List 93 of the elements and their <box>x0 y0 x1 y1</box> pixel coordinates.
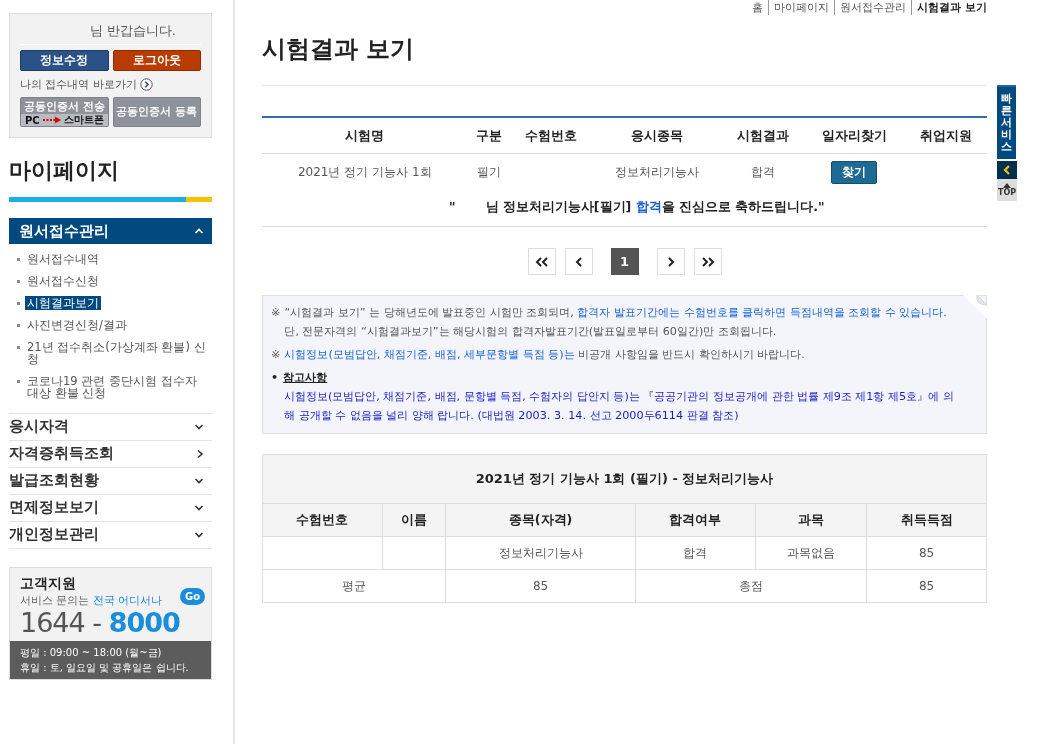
page-title: 시험결과 보기 <box>262 34 416 65</box>
notice-text: 시험정보(모범답안, 채점기준, 배점, 문항별 득점, 수험자의 답안지 등)는 『공공기관의 정보공개에 관한 법률 제9조 제1항 제5호』에 의해 공개할 수 없음을 널리 양해 랍니다. (대법원 2003. 3. 14. 선고 2000두6114 판결 참조) <box>283 389 955 425</box>
collapse-button[interactable] <box>997 161 1017 180</box>
bullet-icon <box>17 302 20 306</box>
submenu-item[interactable]: 코로나19 관련 중단시험 접수자 대상 환불 신청 <box>25 374 212 401</box>
chevron-left-icon <box>574 256 583 267</box>
menu-section[interactable]: 발급조회현황 <box>9 467 212 494</box>
table-cell: 정보처리기능사 <box>445 536 636 570</box>
double-chevron-left-icon <box>534 256 549 267</box>
table-cell: 85 <box>445 569 636 603</box>
bullet-icon <box>17 324 20 328</box>
go-bubble[interactable]: Go <box>179 587 205 605</box>
cert-send-button[interactable]: 공동인증서 전송 PC 스마트폰 <box>20 97 109 127</box>
column-header: 과목 <box>755 503 867 537</box>
phone-number: 1644 - 8000 <box>20 607 181 638</box>
quote-mark: " <box>449 199 456 216</box>
column-header: 취득득점 <box>866 503 987 537</box>
submenu-item[interactable]: 사진변경신청/결과 <box>25 318 129 333</box>
table-cell: 필기 <box>467 153 510 191</box>
support-text: 서비스 문의는 전국 어디서나 <box>20 592 163 608</box>
edit-info-button[interactable]: 정보수정 <box>20 50 109 71</box>
next-page-button[interactable] <box>656 248 685 275</box>
logout-button[interactable]: 로그아웃 <box>112 50 201 71</box>
chevron-up-icon <box>194 227 204 235</box>
quick-service-tab[interactable]: 빠른서비스 <box>997 85 1016 160</box>
table-cell: 2021년 정기 기능사 1회 <box>262 153 468 191</box>
page-button[interactable]: 1 <box>610 248 639 275</box>
menu-section[interactable]: 원서접수관리 <box>9 218 212 244</box>
congrats-message: 님 정보처리기능사[필기] 합격을 진심으로 축하드립니다." <box>485 199 825 216</box>
shortcut-link[interactable]: 나의 접수내역 바로가기 <box>20 77 137 92</box>
chevron-down-icon <box>194 503 204 512</box>
table-cell: 합격 <box>635 536 756 570</box>
table-cell: 평균 <box>262 569 446 603</box>
first-page-button[interactable] <box>527 248 556 275</box>
sidebar-title: 마이페이지 <box>9 157 120 185</box>
breadcrumb-link[interactable]: 홈 <box>747 0 769 15</box>
submenu-item[interactable]: 시험결과보기 <box>25 296 101 311</box>
notice-text: “시험결과 보기” 는 당해년도에 발표중인 시험만 조회되며, 합격자 발표기간에는 수험번호를 클릭하면 득점내역을 조회할 수 있습니다. 단, 전문자격의 “시험결과보기”는 해당시험의 합격자발표기간(발표일로부터 60일간)만 조회됩니다. <box>284 305 948 341</box>
note-mark: ※ <box>271 347 281 364</box>
column-header: 구분 <box>467 117 510 154</box>
notice-text: 시험정보(모범답안, 채점기준, 배점, 세부문항별 득점 등)는 비공개 사항임을 반드시 확인하시기 바랍니다. <box>284 347 805 364</box>
submenu-item[interactable]: 원서접수신청 <box>25 274 101 289</box>
bullet-icon <box>17 280 20 284</box>
submenu-item[interactable]: 21년 접수취소(가상계좌 환불) 신청 <box>25 340 212 367</box>
bullet-icon <box>17 346 20 350</box>
double-chevron-right-icon <box>700 256 715 267</box>
menu-section[interactable]: 자격증취득조회 <box>9 440 212 467</box>
column-header: 이름 <box>382 503 446 537</box>
column-header: 합격여부 <box>635 503 756 537</box>
arrow-circle-icon[interactable] <box>140 78 153 91</box>
menu-section[interactable]: 개인정보관리 <box>9 521 212 548</box>
column-header: 수험번호 <box>262 503 383 537</box>
table-cell: 정보처리기능사 <box>591 153 722 191</box>
column-header: 수험번호 <box>509 117 592 154</box>
table-cell: 과목없음 <box>755 536 867 570</box>
chevron-down-icon <box>194 530 204 539</box>
support-title: 고객지원 <box>20 574 77 593</box>
chevron-left-icon <box>1003 165 1011 176</box>
note-mark: ※ <box>271 305 281 321</box>
column-header: 응시종목 <box>591 117 722 154</box>
find-button[interactable]: 찾기 <box>831 161 878 184</box>
hours-text: 평일 : 09:00 ~ 18:00 (월~금) <box>20 646 163 661</box>
chevron-down-icon <box>194 422 204 431</box>
bullet-icon <box>17 380 20 384</box>
bullet-icon <box>17 258 20 261</box>
column-header: 종목(자격) <box>445 503 636 537</box>
table-cell: 합격 <box>721 153 804 191</box>
menu-section[interactable]: 응시자격 <box>9 413 212 440</box>
column-header: 시험결과 <box>721 117 804 154</box>
chevron-right-icon <box>196 448 204 459</box>
column-header: 취업지원 <box>905 117 987 154</box>
chevron-down-icon <box>194 476 204 485</box>
breadcrumb-link[interactable]: 원서접수관리 <box>834 0 912 15</box>
dotted-arrow-icon <box>41 116 62 124</box>
column-header: 시험명 <box>262 117 468 154</box>
table-cell: 85 <box>866 536 987 570</box>
chevron-right-icon <box>666 256 675 267</box>
bullet-mark: • <box>271 370 279 387</box>
table-cell: 85 <box>866 569 987 603</box>
top-button[interactable]: TOP <box>997 179 1017 202</box>
breadcrumb-link[interactable]: 시험결과 보기 <box>911 0 987 15</box>
submenu-item[interactable]: 원서접수내역 <box>25 252 101 267</box>
notice-heading: 참고사항 <box>283 370 328 387</box>
hours-text: 휴일 : 토, 일요일 및 공휴일은 쉽니다. <box>20 661 190 676</box>
table-cell: 총점 <box>635 569 867 603</box>
last-page-button[interactable] <box>693 248 722 275</box>
greeting-text: 님 반갑습니다. <box>20 22 201 45</box>
breadcrumb-link[interactable]: 마이페이지 <box>768 0 835 15</box>
menu-section[interactable]: 면제정보보기 <box>9 494 212 521</box>
triangle-up-icon <box>1003 183 1011 189</box>
prev-page-button[interactable] <box>564 248 593 275</box>
table-caption: 2021년 정기 기능사 1회 (필기) - 정보처리기능사 <box>262 454 987 504</box>
column-header: 일자리찾기 <box>803 117 906 154</box>
